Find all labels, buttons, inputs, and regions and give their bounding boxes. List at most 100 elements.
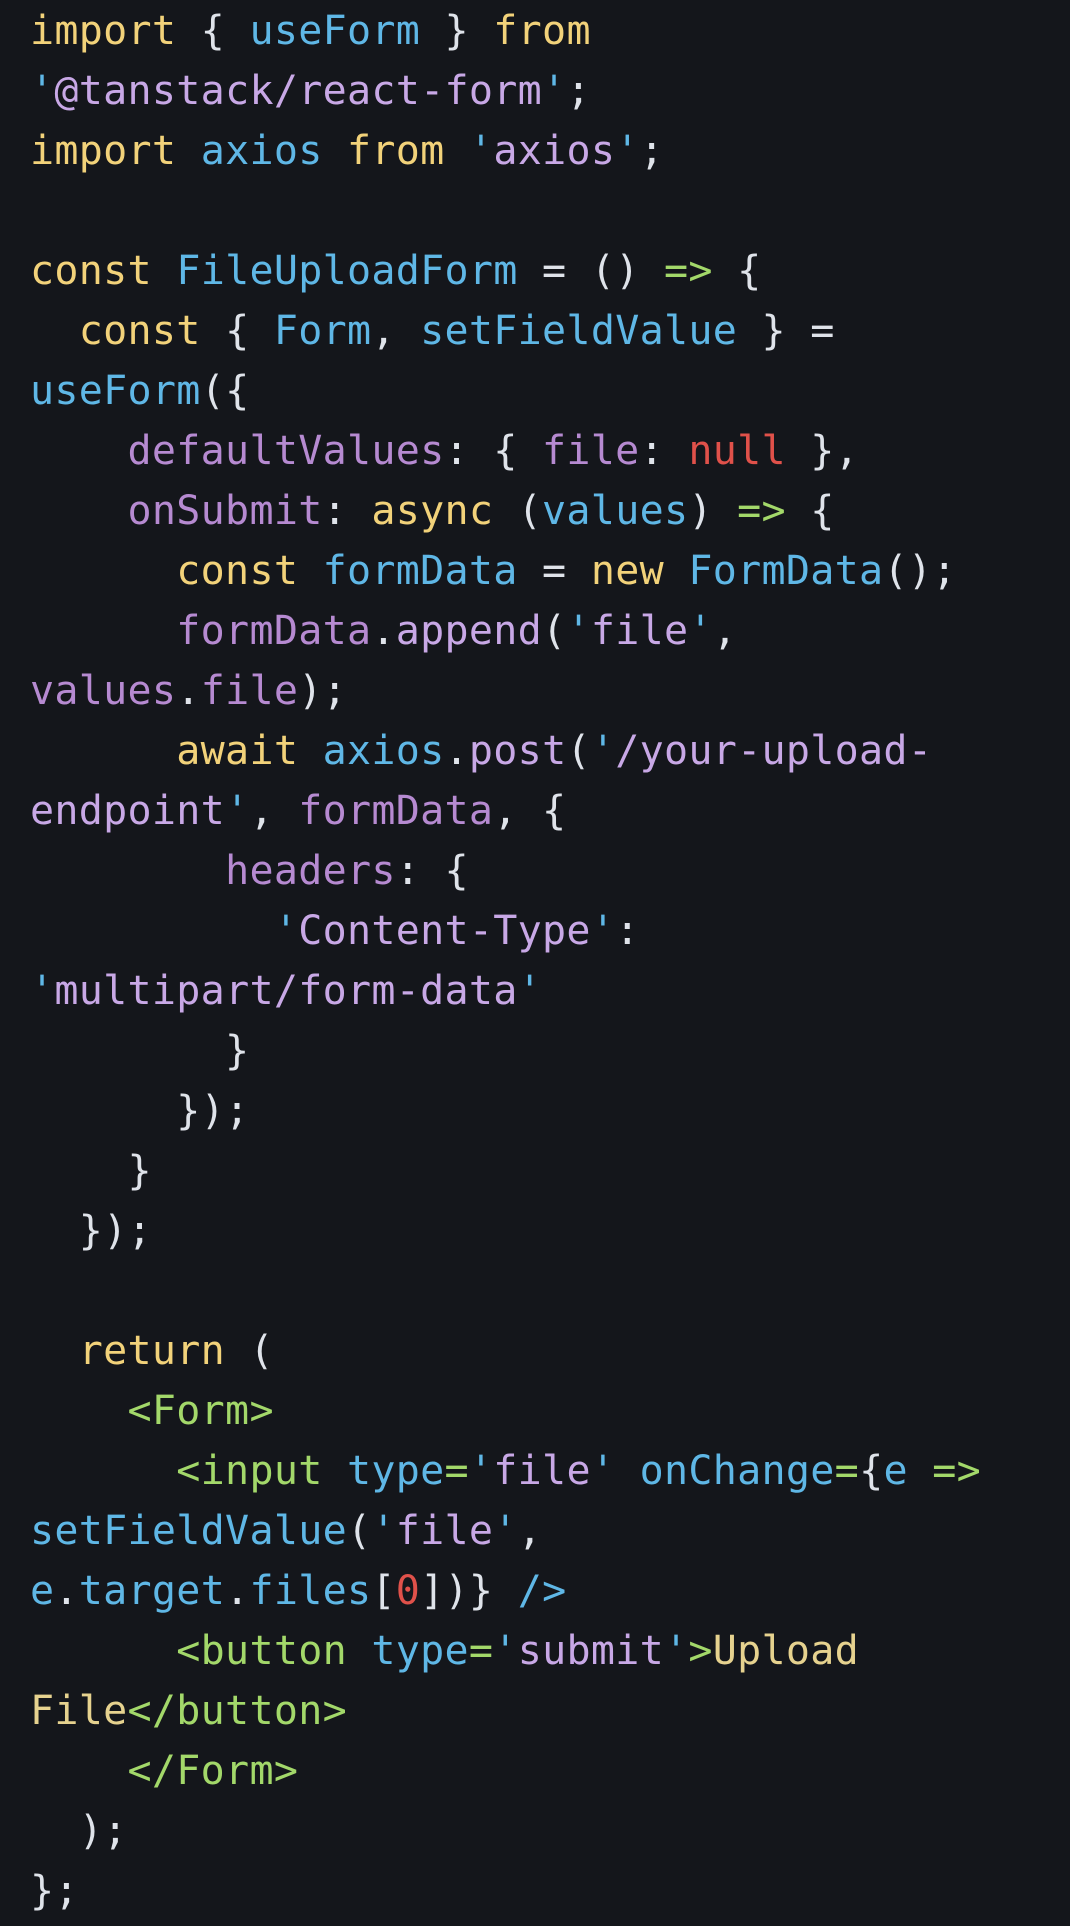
code-line: useForm({ xyxy=(30,361,1070,421)
code-token: Form xyxy=(273,308,372,354)
code-token: ' xyxy=(663,1628,689,1674)
code-token: 0 xyxy=(395,1568,421,1614)
code-token: </Form> xyxy=(127,1748,299,1794)
code-token: /> xyxy=(517,1568,567,1614)
code-token: append xyxy=(395,608,543,654)
code-token: file xyxy=(395,1508,494,1554)
code-token: formData xyxy=(298,788,494,834)
code-token: multipart/form-data xyxy=(54,968,518,1014)
code-token: ' xyxy=(688,608,713,654)
code-line: endpoint', formData, { xyxy=(30,781,1070,841)
code-token: headers xyxy=(225,848,396,894)
code-token: { xyxy=(712,248,762,294)
code-token: , xyxy=(371,308,421,354)
code-token: ( xyxy=(225,1328,274,1374)
code-token: ])} xyxy=(420,1568,518,1614)
code-line: } xyxy=(30,1141,1070,1201)
code-token: e xyxy=(30,1568,55,1614)
code-token: ' xyxy=(615,128,640,174)
code-token: values xyxy=(30,668,177,714)
code-token: ' xyxy=(493,1628,518,1674)
code-line: <button type='submit'>Upload xyxy=(30,1621,1070,1681)
code-token: onSubmit xyxy=(127,488,323,534)
code-token: ); xyxy=(298,668,347,714)
code-token: ' xyxy=(30,968,55,1014)
code-token: = xyxy=(444,1448,469,1494)
code-token: /your-upload- xyxy=(615,728,933,774)
code-token: }; xyxy=(30,1868,79,1914)
code-token: : { xyxy=(395,848,469,894)
code-token: <button xyxy=(176,1628,347,1674)
code-token: @tanstack/react-form xyxy=(54,68,543,114)
code-token: [ xyxy=(371,1568,396,1614)
code-token: ' xyxy=(590,908,616,954)
code-token: e xyxy=(883,1448,908,1494)
code-token: = xyxy=(517,548,591,594)
code-token: setFieldValue xyxy=(420,308,738,354)
code-token: ' xyxy=(225,788,250,834)
code-token: async xyxy=(371,488,494,534)
code-token: : xyxy=(615,908,640,954)
code-token: ( xyxy=(493,488,543,534)
code-line: import { useForm } from xyxy=(30,1,1070,61)
code-token: await xyxy=(176,728,299,774)
code-line: '@tanstack/react-form'; xyxy=(30,61,1070,121)
code-line: 'Content-Type': xyxy=(30,901,1070,961)
code-token: ' xyxy=(273,908,299,954)
code-token: ( xyxy=(566,728,591,774)
code-line: await axios.post('/your-upload- xyxy=(30,721,1070,781)
code-token: endpoint xyxy=(30,788,226,834)
code-token: } xyxy=(420,8,494,54)
code-token: ' xyxy=(566,608,591,654)
code-token: , xyxy=(517,1508,543,1554)
code-token: type xyxy=(371,1628,469,1674)
code-token: FileUploadForm xyxy=(176,248,518,294)
code-token: => xyxy=(663,248,713,294)
code-line: const formData = new FormData(); xyxy=(30,541,1070,601)
code-token: values xyxy=(542,488,689,534)
code-token: file xyxy=(590,608,689,654)
code-token: file xyxy=(200,668,299,714)
code-token: ' xyxy=(517,968,543,1014)
code-line: </Form> xyxy=(30,1741,1070,1801)
code-token: = () xyxy=(517,248,664,294)
code-token: { xyxy=(785,488,835,534)
code-token: : xyxy=(322,488,372,534)
code-line: headers: { xyxy=(30,841,1070,901)
code-line: setFieldValue('file', xyxy=(30,1501,1070,1561)
code-token: files xyxy=(249,1568,372,1614)
code-token: = xyxy=(834,1448,860,1494)
code-token: = xyxy=(468,1628,494,1674)
code-token: ' xyxy=(590,1448,616,1494)
code-token: target xyxy=(78,1568,226,1614)
code-editor-panel: import { useForm } from '@tanstack/react-… xyxy=(0,0,1070,1926)
code-token: axios xyxy=(493,128,616,174)
code-token: defaultValues xyxy=(127,428,445,474)
code-line: values.file); xyxy=(30,661,1070,721)
code-token: ' xyxy=(590,728,616,774)
code-token: { xyxy=(176,8,250,54)
code-token: formData xyxy=(176,608,372,654)
code-token: from xyxy=(493,8,591,54)
code-token: useForm xyxy=(249,8,421,54)
code-line: const FileUploadForm = () => { xyxy=(30,241,1070,301)
code-token: submit xyxy=(517,1628,664,1674)
code-token: ( xyxy=(542,608,567,654)
code-token: . xyxy=(444,728,469,774)
code-token: </button> xyxy=(127,1688,347,1734)
code-line: import axios from 'axios'; xyxy=(30,121,1070,181)
code-token: Content-Type xyxy=(298,908,591,954)
code-line: formData.append('file', xyxy=(30,601,1070,661)
